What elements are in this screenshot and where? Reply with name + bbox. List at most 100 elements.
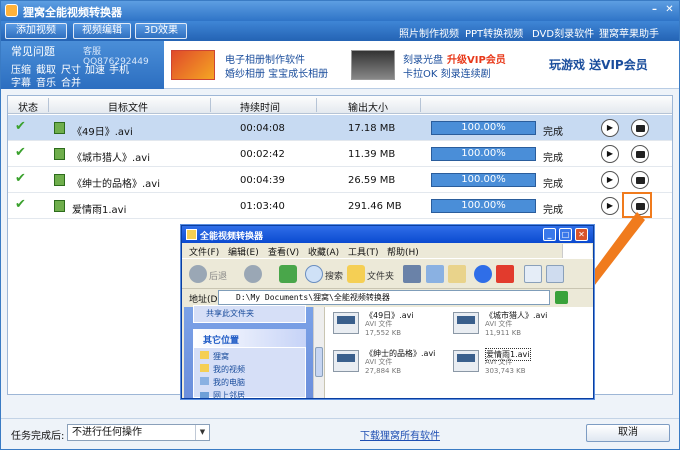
address-input[interactable]: D:\My Documents\狸窝\全能视频转换器	[218, 290, 550, 305]
views-icon[interactable]	[546, 265, 564, 283]
explorer-close-icon[interactable]: ✕	[575, 228, 588, 241]
after-task-value: 不进行任何操作	[72, 427, 142, 438]
header-output-size: 输出大小	[348, 103, 388, 114]
duration: 00:02:42	[240, 149, 285, 160]
title-bar: 狸窝全能视频转换器 – ✕	[1, 1, 679, 21]
ad-album-line2[interactable]: 婚纱相册 宝宝成长相册	[225, 65, 328, 80]
menu-tools[interactable]: 工具(T)	[348, 245, 379, 258]
open-folder-icon[interactable]	[631, 145, 649, 163]
photo-album-ad-image[interactable]	[171, 50, 215, 80]
table-row[interactable]: ✔ 《城市猎人》.avi 00:02:42 11.39 MB 100.00% 完…	[8, 141, 672, 167]
progress-bar: 100.00%	[431, 199, 536, 213]
place-item[interactable]: 我的电脑	[200, 377, 245, 388]
output-size: 17.18 MB	[348, 123, 396, 134]
file-type: AVI 文件	[485, 320, 513, 328]
duration: 00:04:39	[240, 175, 285, 186]
ad-burn-line1[interactable]: 刻录光盘	[403, 51, 443, 66]
table-row[interactable]: ✔ 《49日》.avi 00:04:08 17.18 MB 100.00% 完成…	[8, 115, 672, 141]
scrollbar-thumb[interactable]	[315, 347, 323, 377]
properties-icon[interactable]	[524, 265, 542, 283]
place-item[interactable]: 我的视频	[200, 364, 245, 375]
faq-title: 常见问题	[11, 45, 55, 58]
paste-icon[interactable]	[448, 265, 466, 283]
play-icon[interactable]: ▶	[601, 145, 619, 163]
cut-icon[interactable]	[403, 265, 421, 283]
table-row[interactable]: ✔ 《绅士的品格》.avi 00:04:39 26.59 MB 100.00% …	[8, 167, 672, 193]
list-item[interactable]: 《城市猎人》.avi AVI 文件 11,911 KB	[453, 309, 573, 343]
faq-link-music[interactable]: 音乐	[36, 74, 56, 89]
app-window: 狸窝全能视频转换器 – ✕ 添加视频 视频编辑 3D效果 照片制作视频 PPT转…	[0, 0, 680, 450]
add-video-button[interactable]: 添加视频	[5, 23, 67, 39]
share-folder-task[interactable]: 共享此文件夹	[193, 305, 306, 323]
explorer-maximize-icon[interactable]: □	[559, 228, 572, 241]
open-folder-icon[interactable]	[631, 171, 649, 189]
minimize-icon[interactable]: –	[648, 4, 661, 17]
chevron-down-icon[interactable]: ▼	[195, 425, 209, 440]
up-folder-icon[interactable]	[279, 265, 297, 283]
ad-game-vip[interactable]: 玩游戏 送VIP会员	[549, 56, 648, 73]
ad-burn-line2[interactable]: 卡拉OK 刻录连续剧	[403, 65, 491, 80]
other-places-header[interactable]: 其它位置	[193, 329, 306, 347]
explorer-scrollbar[interactable]	[313, 307, 324, 398]
menu-favorites[interactable]: 收藏(A)	[308, 245, 339, 258]
ad-vip-upgrade[interactable]: 升级VIP会员	[447, 51, 506, 66]
faq-link-merge[interactable]: 合并	[61, 74, 81, 89]
dvd-burn-link[interactable]: DVD刻录软件	[532, 25, 594, 40]
place-item[interactable]: 狸窝	[200, 351, 229, 362]
folders-label[interactable]: 文件夹	[367, 269, 394, 282]
menu-file[interactable]: 文件(F)	[189, 245, 219, 258]
undo-icon[interactable]	[474, 265, 492, 283]
faq-link-mobile[interactable]: 手机	[109, 61, 129, 76]
download-all-link[interactable]: 下载狸窝所有软件	[360, 427, 440, 442]
row-status: 完成	[543, 179, 563, 190]
go-icon[interactable]	[555, 291, 568, 304]
list-item[interactable]: 爱情雨1.avi AVI 文件 303,743 KB	[453, 347, 573, 381]
copy-icon[interactable]	[426, 265, 444, 283]
forward-icon[interactable]	[244, 265, 262, 283]
close-icon[interactable]: ✕	[663, 4, 676, 17]
menu-edit[interactable]: 编辑(E)	[228, 245, 259, 258]
folders-icon[interactable]	[347, 265, 365, 283]
avi-file-icon	[453, 350, 479, 372]
ad-banner: 常见问题 客服QQ876292449 压缩 截取 尺寸 加速 手机 字幕 音乐 …	[1, 41, 679, 89]
file-type: AVI 文件	[365, 320, 393, 328]
back-label[interactable]: 后退	[209, 269, 227, 282]
explorer-title-bar: 全能视频转换器 _ □ ✕	[182, 226, 593, 243]
after-task-label: 任务完成后:	[11, 431, 65, 442]
avi-file-icon	[333, 312, 359, 334]
folder-icon	[186, 229, 197, 240]
list-item[interactable]: 《绅士的品格》.avi AVI 文件 27,884 KB	[333, 347, 453, 381]
open-folder-icon[interactable]	[631, 119, 649, 137]
ad-album-line1[interactable]: 电子相册制作软件	[225, 51, 305, 66]
disc-burn-ad-image[interactable]	[351, 50, 395, 80]
file-size: 27,884 KB	[365, 367, 402, 375]
place-label: 我的视频	[213, 365, 245, 374]
search-icon[interactable]	[305, 265, 323, 283]
play-icon[interactable]: ▶	[601, 171, 619, 189]
explorer-minimize-icon[interactable]: _	[543, 228, 556, 241]
after-task-select[interactable]: 不进行任何操作 ▼	[67, 424, 210, 441]
menu-view[interactable]: 查看(V)	[268, 245, 299, 258]
back-icon[interactable]	[189, 265, 207, 283]
faq-link-speed[interactable]: 加速	[85, 61, 105, 76]
place-item[interactable]: 网上邻居	[200, 390, 245, 401]
output-size: 291.46 MB	[348, 201, 402, 212]
duration: 01:03:40	[240, 201, 285, 212]
3d-effect-button[interactable]: 3D效果	[135, 23, 187, 39]
main-toolbar: 添加视频 视频编辑 3D效果 照片制作视频 PPT转换视频 DVD刻录软件 狸窝…	[1, 21, 679, 41]
photo-to-video-link[interactable]: 照片制作视频	[399, 25, 459, 40]
row-status: 完成	[543, 127, 563, 138]
ppt-to-video-link[interactable]: PPT转换视频	[465, 25, 523, 40]
delete-icon[interactable]	[496, 265, 514, 283]
folder-icon	[200, 351, 209, 359]
apple-helper-link[interactable]: 狸窝苹果助手	[599, 25, 659, 40]
cancel-button[interactable]: 取消	[586, 424, 670, 442]
video-edit-button[interactable]: 视频编辑	[73, 23, 131, 39]
progress-bar: 100.00%	[431, 121, 536, 135]
faq-link-subtitle[interactable]: 字幕	[11, 74, 31, 89]
menu-help[interactable]: 帮助(H)	[387, 245, 419, 258]
list-item[interactable]: 《49日》.avi AVI 文件 17,552 KB	[333, 309, 453, 343]
play-icon[interactable]: ▶	[601, 119, 619, 137]
file-name: 《城市猎人》.avi	[72, 153, 151, 164]
search-label[interactable]: 搜索	[325, 269, 343, 282]
